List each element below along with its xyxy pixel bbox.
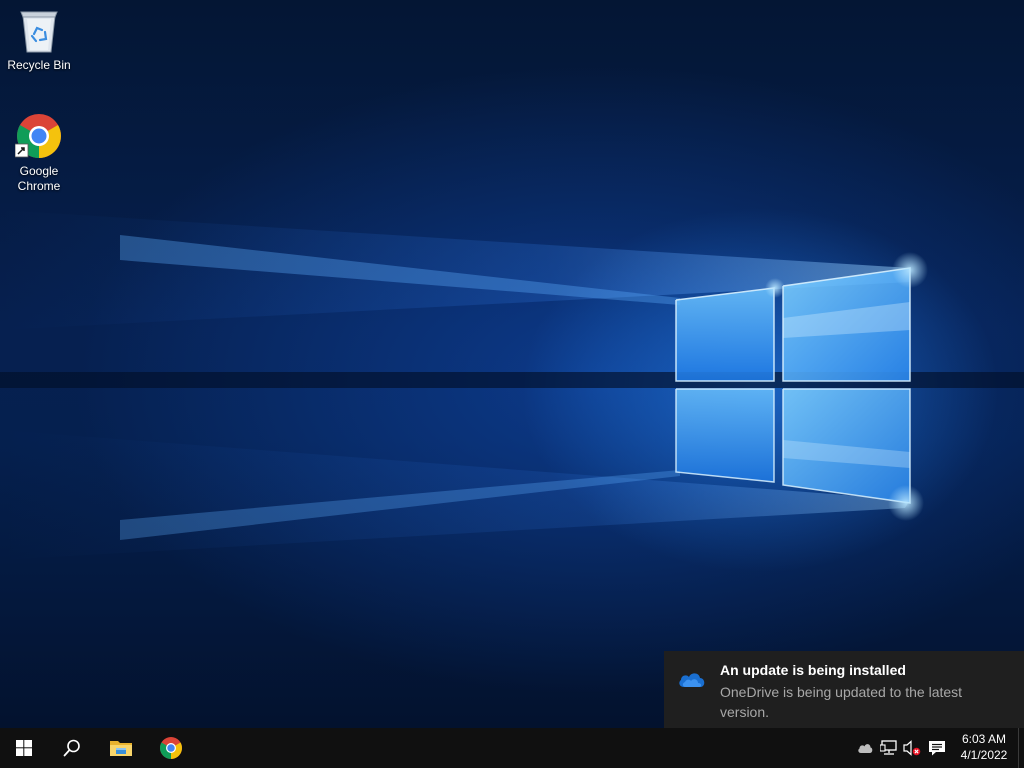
recycle-bin-icon — [20, 11, 58, 53]
windows-logo-wallpaper-art — [0, 210, 1024, 560]
volume-muted-icon — [903, 740, 921, 756]
action-center-button[interactable] — [926, 728, 948, 768]
file-explorer-icon — [110, 741, 132, 756]
file-explorer-button[interactable] — [97, 728, 145, 768]
onedrive-cloud-icon — [677, 669, 707, 694]
desktop-icon-recycle-bin[interactable]: Recycle Bin — [1, 8, 77, 73]
search-button[interactable] — [48, 728, 96, 768]
action-center-icon — [929, 741, 945, 756]
onedrive-tray-button[interactable] — [855, 728, 875, 768]
desktop-icon-label: Recycle Bin — [7, 58, 71, 72]
desktop-icon-google-chrome[interactable]: Google Chrome — [1, 112, 77, 194]
clock-time: 6:03 AM — [961, 732, 1007, 746]
taskbar-clock[interactable]: 6:03 AM 4/1/2022 — [952, 731, 1016, 763]
chrome-taskbar-button[interactable] — [147, 728, 195, 768]
volume-tray-button[interactable] — [902, 728, 922, 768]
show-desktop-button[interactable] — [1018, 728, 1024, 768]
taskbar: 6:03 AM 4/1/2022 — [0, 728, 1024, 768]
notification-title: An update is being installed — [720, 662, 906, 678]
clock-date: 4/1/2022 — [960, 748, 1008, 762]
search-icon — [63, 739, 80, 757]
desktop-wallpaper — [0, 0, 1024, 728]
chrome-icon — [160, 737, 182, 759]
network-icon — [880, 740, 897, 755]
network-tray-button[interactable] — [879, 728, 899, 768]
start-button[interactable] — [0, 728, 48, 768]
notification-toast[interactable]: An update is being installed OneDrive is… — [664, 651, 1024, 728]
onedrive-cloud-icon — [858, 744, 873, 753]
start-icon — [16, 740, 32, 756]
chrome-icon — [15, 114, 61, 158]
desktop-icon-label: Google Chrome — [17, 164, 61, 193]
notification-body: OneDrive is being updated to the latest … — [720, 684, 963, 720]
